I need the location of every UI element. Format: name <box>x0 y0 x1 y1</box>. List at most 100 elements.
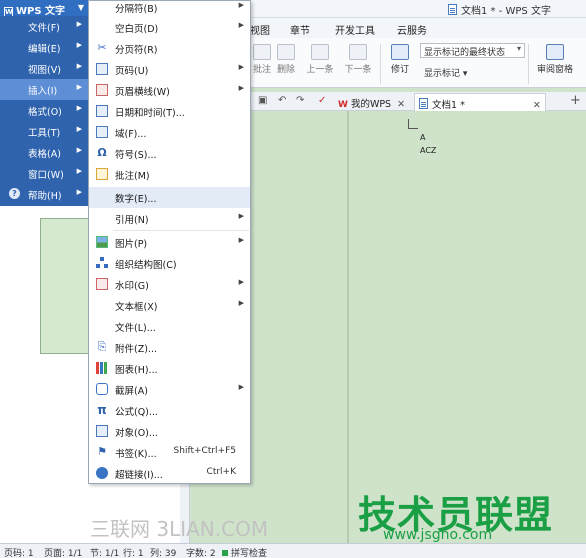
review-pane-button[interactable]: 审阅窗格 <box>530 44 580 75</box>
menu-item-label: 分隔符(B) <box>115 4 158 15</box>
delete-button-label: 删除 <box>276 65 295 75</box>
chevron-right-icon: ▶ <box>76 167 82 175</box>
status-column: 列: 39 <box>150 549 177 558</box>
menu-item-object[interactable]: 对象(O)... <box>89 421 250 442</box>
menu-item-formula[interactable]: π 公式(Q)... <box>89 400 250 421</box>
menu-item-page-number[interactable]: 页码(U) ▶ <box>89 59 250 80</box>
spell-check-toggle[interactable]: 拼写检查 <box>222 546 267 558</box>
attachment-icon: ⎘ <box>97 340 107 353</box>
menu-edit[interactable]: 编辑(E) ▶ <box>0 37 88 58</box>
menu-insert[interactable]: 插入(I) ▶ <box>0 79 88 100</box>
redo-icon[interactable]: ↷ <box>296 95 304 106</box>
picture-icon <box>96 236 108 248</box>
hyperlink-icon <box>96 467 108 479</box>
customize-toolbar-icon[interactable]: ✓ <box>318 95 326 106</box>
chevron-down-icon: ▾ <box>462 69 468 79</box>
menu-table[interactable]: 表格(A) ▶ <box>0 142 88 163</box>
tab-chapter[interactable]: 章节 <box>290 22 310 37</box>
menu-item-comment[interactable]: 批注(M) <box>89 164 250 185</box>
page-thumbnail[interactable] <box>40 218 90 354</box>
menu-label: 编辑(E) <box>28 44 61 55</box>
show-markup-label: 显示标记 <box>424 69 461 79</box>
menu-label: 表格(A) <box>28 149 61 160</box>
ribbon-divider <box>528 44 529 84</box>
tab-developer[interactable]: 开发工具 <box>335 22 375 37</box>
menu-view[interactable]: 视图(V) ▶ <box>0 58 88 79</box>
delete-comment-button[interactable]: 删除 <box>268 44 304 75</box>
menu-item-label: 引用(N) <box>115 215 149 226</box>
next-button-label: 下一条 <box>344 65 372 75</box>
next-comment-button[interactable]: 下一条 <box>340 44 376 75</box>
pi-icon: π <box>97 403 107 417</box>
header-line-icon <box>96 84 108 96</box>
menu-item-textbox[interactable]: 文本框(X) ▶ <box>89 295 250 316</box>
chevron-right-icon: ▶ <box>238 84 244 92</box>
tab-view[interactable]: 视图 <box>250 22 270 37</box>
revise-icon <box>391 44 409 60</box>
menu-label: 视图(V) <box>28 65 61 76</box>
tab-my-wps[interactable]: W 我的WPS ✕ <box>334 93 409 111</box>
omega-icon: Ω <box>97 146 107 159</box>
markup-state-select[interactable]: 显示标记的最终状态 ▾ <box>420 43 525 58</box>
chevron-right-icon: ▶ <box>76 146 82 154</box>
menu-item-separator[interactable]: 分隔符(B) ▶ <box>89 0 250 18</box>
chevron-right-icon: ▶ <box>76 83 82 91</box>
wps-menu-button[interactable]: W WPS 文字 ▼ <box>0 0 88 17</box>
menu-item-number[interactable]: 数字(E)... <box>89 187 250 208</box>
tab-cloud[interactable]: 云服务 <box>397 22 427 37</box>
menu-item-label: 符号(S)... <box>115 150 157 161</box>
paragraph-margin-mark <box>408 119 418 129</box>
close-icon[interactable]: ✕ <box>397 99 405 110</box>
menu-item-label: 批注(M) <box>115 171 150 182</box>
menu-item-label: 公式(Q)... <box>115 407 158 418</box>
document-line: A <box>420 133 426 142</box>
menu-item-label: 图片(P) <box>115 239 148 250</box>
menu-window[interactable]: 窗口(W) ▶ <box>0 163 88 184</box>
review-pane-icon <box>546 44 564 60</box>
show-markup-button[interactable]: 显示标记 ▾ <box>424 66 467 79</box>
chevron-right-icon: ▶ <box>238 278 244 286</box>
menu-item-reference[interactable]: 引用(N) ▶ <box>89 208 250 229</box>
menu-item-symbol[interactable]: Ω 符号(S)... <box>89 143 250 164</box>
chevron-right-icon: ▶ <box>76 41 82 49</box>
tab-document1[interactable]: 文档1 * ✕ <box>414 93 546 111</box>
menu-item-attachment[interactable]: ⎘ 附件(Z)... <box>89 337 250 358</box>
menu-item-page-break[interactable]: ✂ 分页符(R) <box>89 38 250 59</box>
menu-item-chart[interactable]: 图表(H)... <box>89 358 250 379</box>
wps-main-menu: 文件(F) ▶ 编辑(E) ▶ 视图(V) ▶ 插入(I) ▶ 格式(O) ▶ 工具(T)… <box>0 16 88 206</box>
menu-item-blank-page[interactable]: 空白页(D) ▶ <box>89 17 250 38</box>
blank-page-icon <box>96 21 108 33</box>
undo-icon[interactable]: ↶ <box>278 95 286 106</box>
menu-item-bookmark[interactable]: ⚑ 书签(K)... Shift+Ctrl+F5 <box>89 442 250 463</box>
menu-file[interactable]: 文件(F) ▶ <box>0 16 88 37</box>
menu-item-label: 图表(H)... <box>115 365 158 376</box>
menu-format[interactable]: 格式(O) ▶ <box>0 100 88 121</box>
chevron-right-icon: ▶ <box>76 20 82 28</box>
shortcut-label: Ctrl+K <box>206 467 236 477</box>
menu-item-date-time[interactable]: 日期和时间(T)... <box>89 101 250 122</box>
menu-item-hyperlink[interactable]: 超链接(I)... Ctrl+K <box>89 463 250 484</box>
document-line: ACZ <box>420 146 437 155</box>
menu-item-field[interactable]: 域(F)... <box>89 122 250 143</box>
new-tab-icon[interactable]: + <box>570 93 581 108</box>
menu-tools[interactable]: 工具(T) ▶ <box>0 121 88 142</box>
close-icon[interactable]: ✕ <box>533 100 541 111</box>
menu-item-label: 数字(E)... <box>115 194 157 205</box>
status-page: 页码: 1 <box>4 549 34 558</box>
status-row: 行: 1 <box>123 549 144 558</box>
menu-item-watermark[interactable]: 水印(G) ▶ <box>89 274 250 295</box>
menu-item-header-line[interactable]: 页眉横线(W) ▶ <box>89 80 250 101</box>
field-icon <box>96 126 108 138</box>
menu-item-file[interactable]: 文件(L)... <box>89 316 250 337</box>
menu-item-screenshot[interactable]: 截屏(A) ▶ <box>89 379 250 400</box>
menu-help[interactable]: ? 帮助(H) ▶ <box>0 184 88 205</box>
menu-item-picture[interactable]: 图片(P) ▶ <box>89 232 250 253</box>
separator-icon <box>96 1 108 13</box>
menu-label: 文件(F) <box>28 23 60 34</box>
revise-button[interactable]: 修订 <box>382 44 418 75</box>
menu-item-org-chart[interactable]: 组织结构图(C) <box>89 253 250 274</box>
document-text[interactable]: A ACZ <box>420 131 436 157</box>
arrow-right-icon <box>349 44 367 60</box>
print-preview-icon[interactable]: ▣ <box>258 95 267 106</box>
prev-comment-button[interactable]: 上一条 <box>302 44 338 75</box>
